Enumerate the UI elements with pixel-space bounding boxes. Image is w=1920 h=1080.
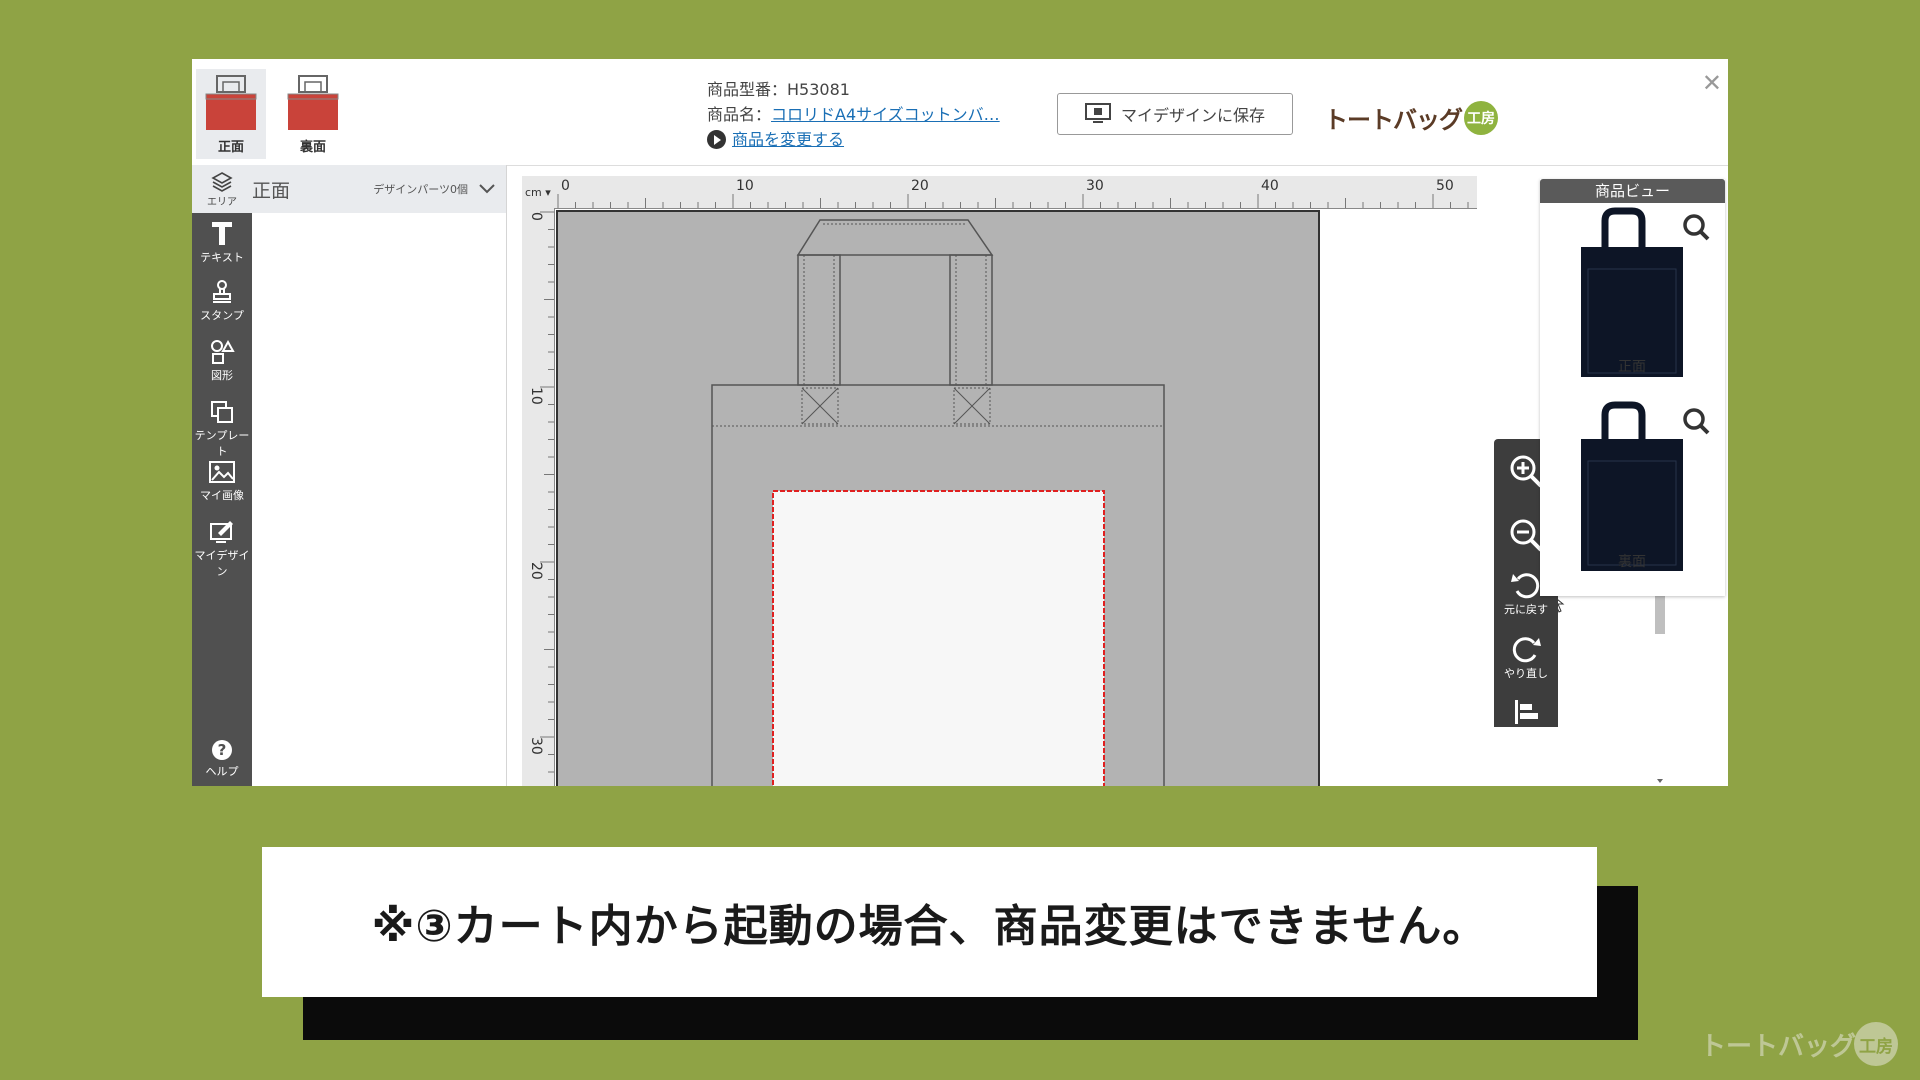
horizontal-ruler-ticks: 0 10 20 30 40 50: [557, 178, 1469, 208]
product-view-front-label: 正面: [1618, 359, 1646, 375]
layers-panel: 正面 デザインパーツ0個: [252, 165, 507, 786]
layers-icon: [211, 172, 233, 192]
product-name-row: 商品名：コロリドA4サイズコットンバ…: [707, 102, 1000, 127]
text-tool-icon: [212, 222, 232, 245]
product-view-panel: 商品ビュー 正面 裏面: [1540, 179, 1725, 596]
product-code: 商品型番：H53081: [707, 80, 850, 99]
product-view-title: 商品ビュー: [1540, 179, 1725, 203]
ruler-h-label: 50: [1436, 178, 1454, 194]
undo-label: 元に戻す: [1504, 603, 1548, 616]
watermark-text: トートバッグ: [1699, 1031, 1856, 1062]
logo-badge: 工房: [1464, 100, 1498, 135]
close-icon[interactable]: ✕: [1702, 69, 1722, 97]
help-icon: ?: [212, 740, 232, 760]
ruler-h-label: 40: [1261, 178, 1279, 194]
ruler-h-label: 0: [561, 178, 570, 194]
work-area[interactable]: [556, 210, 1320, 786]
tool-my-design[interactable]: マイデザイン: [192, 519, 252, 579]
svg-text:?: ?: [218, 741, 227, 759]
ruler-h-label: 30: [1086, 178, 1104, 194]
tool-my-image[interactable]: マイ画像: [192, 459, 252, 503]
brand-logo: トートバッグ 工房: [1324, 100, 1498, 135]
unit-label: cm: [525, 186, 542, 199]
my-design-icon: [210, 521, 233, 543]
left-toolbar: エリア テキスト スタンプ 図形 テンプレート マイ画像 マイデザイン ? ヘル…: [192, 165, 252, 786]
product-name-link[interactable]: コロリドA4サイズコットンバ…: [771, 105, 1000, 124]
shape-icon: [211, 339, 235, 364]
caption-text: ※③カート内から起動の場合、商品変更はできません。: [371, 901, 1488, 952]
logo-text: トートバッグ: [1324, 106, 1463, 134]
product-view-front[interactable]: 正面: [1540, 207, 1725, 381]
tool-shape-label: 図形: [211, 369, 233, 382]
bag-preview-front: [1581, 207, 1710, 380]
chevron-down-icon[interactable]: [1506, 763, 1546, 783]
template-icon: [211, 401, 233, 423]
change-product-row[interactable]: 商品を変更する: [707, 127, 1000, 152]
ruler-v-label: 30: [528, 737, 544, 755]
monitor-icon: [1084, 103, 1111, 123]
redo-icon: [1512, 637, 1541, 663]
tool-my-image-label: マイ画像: [200, 489, 244, 502]
bag-back-icon: [287, 75, 339, 130]
tool-area[interactable]: エリア: [192, 165, 252, 213]
align-label: 配置: [1515, 729, 1537, 742]
caption-box: ※③カート内から起動の場合、商品変更はできません。: [262, 847, 1597, 997]
save-button-label: マイデザインに保存: [1120, 106, 1265, 125]
bag-preview-back: [1581, 401, 1710, 573]
layers-title: 正面: [252, 179, 291, 202]
tool-stamp[interactable]: スタンプ: [192, 279, 252, 323]
tool-my-design-label: マイデザイン: [194, 549, 250, 578]
save-my-design-button[interactable]: マイデザインに保存: [1057, 93, 1293, 135]
layers-header[interactable]: 正面 デザインパーツ0個: [252, 165, 506, 213]
header: 正面 裏面 商品型番：H53081 商品名：コロリドA4サイズコットンバ… 商品…: [192, 59, 1728, 166]
tote-bag-outline: [711, 219, 1165, 786]
scroll-down-icon[interactable]: [1653, 776, 1667, 786]
tool-shape[interactable]: 図形: [192, 339, 252, 383]
redo-label: やり直し: [1504, 667, 1548, 680]
ruler-h-label: 10: [736, 178, 754, 194]
product-info: 商品型番：H53081 商品名：コロリドA4サイズコットンバ… 商品を変更する: [707, 77, 1000, 152]
product-view-back-label: 裏面: [1618, 554, 1646, 570]
tool-text-label: テキスト: [200, 251, 244, 264]
change-product-link[interactable]: 商品を変更する: [732, 127, 844, 152]
product-view-back[interactable]: 裏面: [1540, 401, 1725, 575]
design-parts-count: デザインパーツ0個: [373, 183, 468, 196]
vertical-ruler: 0 10 20 30: [522, 208, 555, 786]
tool-help-label: ヘルプ: [205, 765, 239, 778]
play-icon: [707, 130, 726, 149]
side-front-thumb[interactable]: 正面: [196, 69, 266, 159]
ruler-v-label: 20: [528, 562, 544, 580]
vertical-ruler-ticks: 0 10 20 30: [528, 211, 554, 773]
tool-area-label: エリア: [207, 197, 237, 208]
side-front-label: 正面: [217, 140, 244, 155]
side-back-label: 裏面: [299, 140, 326, 155]
bag-front-icon: [205, 75, 257, 130]
stamp-icon: [213, 280, 231, 303]
align-button[interactable]: 配置: [1494, 697, 1558, 743]
align-icon: [1515, 700, 1538, 724]
watermark-badge: 工房: [1854, 1022, 1898, 1066]
side-back-thumb[interactable]: 裏面: [278, 69, 348, 159]
tool-text[interactable]: テキスト: [192, 219, 252, 265]
tool-help[interactable]: ? ヘルプ: [192, 739, 252, 779]
product-name-label: 商品名：: [707, 105, 772, 124]
unit-selector[interactable]: cm ▾: [525, 186, 551, 199]
ruler-v-label: 0: [528, 212, 544, 221]
ruler-v-label: 10: [528, 387, 544, 405]
tool-stamp-label: スタンプ: [200, 309, 244, 322]
tool-template-label: テンプレート: [194, 429, 250, 458]
watermark-logo: トートバッグ 工房: [1700, 1022, 1898, 1066]
horizontal-ruler: 0 10 20 30 40 50 cm ▾: [522, 176, 1477, 209]
chevron-down-icon[interactable]: [478, 183, 496, 195]
ruler-h-label: 20: [911, 178, 929, 194]
redo-button[interactable]: やり直し: [1494, 633, 1558, 681]
image-icon: [209, 461, 235, 483]
undo-icon: [1511, 573, 1540, 599]
tool-template[interactable]: テンプレート: [192, 399, 252, 459]
